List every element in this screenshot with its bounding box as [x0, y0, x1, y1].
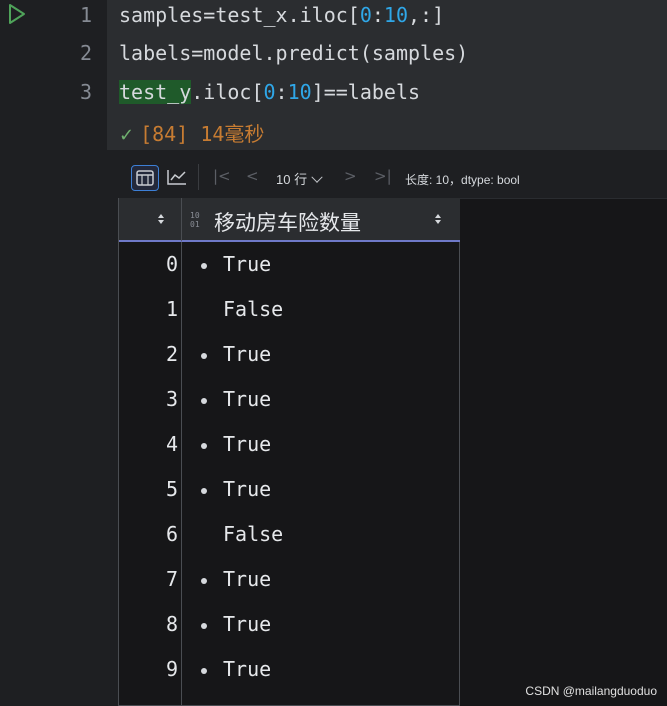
cell-value: True [223, 612, 272, 636]
series-info: 长度: 10，dtype: bool [405, 173, 520, 187]
bullet-icon [201, 578, 207, 584]
editor-gutter: 1 2 3 [0, 0, 107, 150]
row-index: 0 [165, 252, 178, 276]
row-index: 5 [165, 477, 178, 501]
table-row[interactable]: 8 True [119, 602, 460, 647]
cell-value: True [223, 432, 272, 456]
last-page-icon[interactable]: >| [374, 167, 392, 185]
bullet-icon [201, 488, 207, 494]
execution-count: [84] [140, 122, 189, 146]
line-number-2: 2 [79, 41, 92, 65]
bullet-icon [201, 398, 207, 404]
chevron-down-icon [311, 171, 323, 183]
table-row[interactable]: 9 True [119, 647, 460, 692]
execution-status: ✓ [84] 14毫秒 [119, 118, 264, 147]
checkmark-icon: ✓ [119, 125, 135, 146]
index-header[interactable] [119, 198, 182, 242]
boolean-type-icon: 10 01 [190, 211, 200, 229]
row-index: 8 [165, 612, 178, 636]
table-row[interactable]: 3 True [119, 377, 460, 422]
run-cell-icon[interactable] [7, 3, 27, 25]
table-icon [136, 170, 154, 186]
row-index: 4 [165, 432, 178, 456]
cell-value: True [223, 342, 272, 366]
table-row[interactable]: 0 True [119, 242, 460, 287]
bullet-icon [201, 623, 207, 629]
code-line-2[interactable]: labels=model.predict(samples) [119, 41, 468, 65]
row-index: 2 [165, 342, 178, 366]
watermark: CSDN @mailangduoduo [525, 684, 657, 698]
bullet-icon [201, 353, 207, 359]
row-index: 7 [165, 567, 178, 591]
output-toolbar: |< < 10 行 > >| 长度: 10，dtype: bool [118, 156, 667, 199]
cell-value: True [223, 387, 272, 411]
first-page-icon[interactable]: |< [213, 167, 231, 185]
bullet-icon [201, 263, 207, 269]
next-page-icon[interactable]: > [344, 167, 357, 185]
table-row[interactable]: 5 True [119, 467, 460, 512]
cell-value: False [223, 297, 284, 321]
cell-output: |< < 10 行 > >| 长度: 10，dtype: bool 10 01 移… [118, 156, 667, 706]
table-row[interactable]: 1 False [119, 287, 460, 332]
code-line-3[interactable]: test_y.iloc[0:10]==labels [119, 80, 420, 104]
row-index: 9 [165, 657, 178, 681]
chart-view-button[interactable] [164, 165, 190, 189]
row-index: 6 [165, 522, 178, 546]
column-header[interactable]: 10 01 移动房车险数量 [182, 198, 460, 242]
line-number-3: 3 [79, 80, 92, 104]
previous-page-icon[interactable]: < [246, 167, 259, 185]
table-view-button[interactable] [131, 165, 159, 191]
sort-icon[interactable] [434, 211, 442, 227]
line-number-1: 1 [79, 3, 92, 27]
cell-value: True [223, 252, 272, 276]
rows-per-page-select[interactable]: 10 行 [276, 169, 323, 188]
cell-value: True [223, 657, 272, 681]
column-name: 移动房车险数量 [214, 212, 361, 235]
bullet-icon [201, 668, 207, 674]
table-row[interactable]: 6 False [119, 512, 460, 557]
table-row[interactable]: 2 True [119, 332, 460, 377]
cell-value: True [223, 477, 272, 501]
row-index: 1 [165, 297, 178, 321]
data-table: 10 01 移动房车险数量 0 True 1 False 2 True 3 True 4 True 5… [118, 198, 460, 706]
table-row[interactable]: 4 True [119, 422, 460, 467]
line-chart-icon [167, 170, 186, 185]
code-line-1[interactable]: samples=test_x.iloc[0:10,:] [119, 3, 444, 27]
cell-value: True [223, 567, 272, 591]
row-index: 3 [165, 387, 178, 411]
table-row[interactable]: 7 True [119, 557, 460, 602]
bullet-icon [201, 443, 207, 449]
sort-icon[interactable] [157, 211, 165, 227]
toolbar-divider [198, 164, 199, 190]
execution-time: 14毫秒 [200, 122, 265, 146]
cell-value: False [223, 522, 284, 546]
code-cell[interactable]: samples=test_x.iloc[0:10,:] labels=model… [107, 0, 667, 150]
